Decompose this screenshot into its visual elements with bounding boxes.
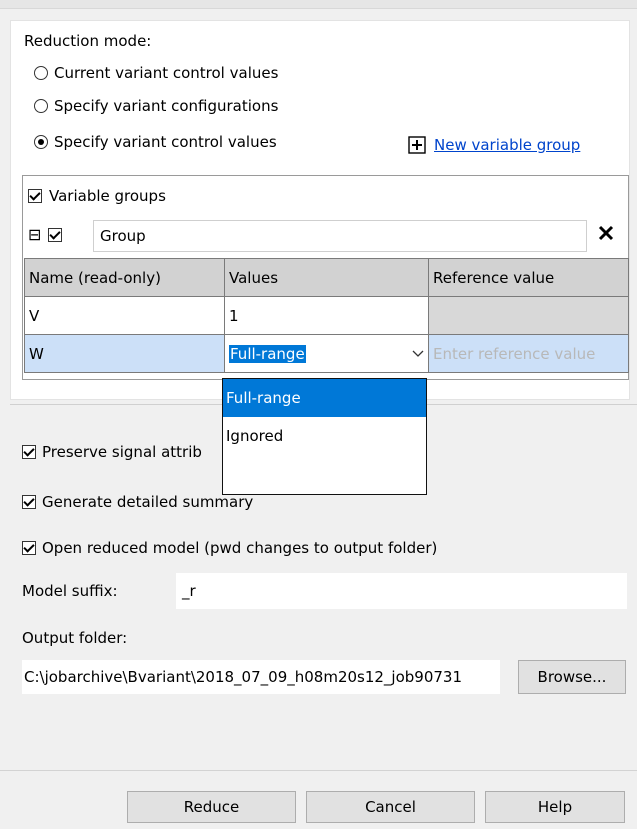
model-suffix-value: _r — [182, 582, 196, 600]
values-combobox[interactable]: Full-range — [224, 334, 429, 373]
header-reference-value: Reference value — [428, 258, 629, 297]
output-folder-value: C:\jobarchive\Bvariant\2018_07_09_h08m20… — [24, 668, 463, 686]
group-enable-checkbox[interactable] — [48, 228, 63, 242]
cell-reference — [428, 296, 629, 335]
browse-button[interactable]: Browse... — [518, 660, 626, 694]
values-dropdown-list: Full-range Ignored — [222, 378, 427, 495]
cell-value[interactable]: 1 — [224, 296, 429, 335]
variable-groups-label: Variable groups — [49, 187, 166, 205]
variable-groups-checkbox[interactable] — [28, 189, 42, 203]
variables-table: Name (read-only) Values Reference value … — [24, 258, 629, 373]
output-folder-label: Output folder: — [22, 629, 128, 647]
radio-label: Specify variant configurations — [54, 97, 279, 115]
radio-button-selected-icon[interactable] — [34, 135, 48, 149]
generate-summary-option[interactable]: Generate detailed summary — [22, 493, 253, 511]
header-values: Values — [224, 258, 429, 297]
top-divider — [0, 0, 637, 9]
open-reduced-option[interactable]: Open reduced model (pwd changes to outpu… — [22, 539, 437, 557]
open-reduced-label: Open reduced model (pwd changes to outpu… — [42, 539, 438, 557]
radio-specify-variant-configurations[interactable]: Specify variant configurations — [34, 97, 278, 115]
output-folder-input[interactable]: C:\jobarchive\Bvariant\2018_07_09_h08m20… — [22, 660, 500, 694]
radio-specify-variant-control-values[interactable]: Specify variant control values — [34, 133, 277, 151]
variable-groups-checkbox-row[interactable]: Variable groups — [28, 187, 166, 205]
preserve-signal-label: Preserve signal attrib — [42, 443, 202, 461]
cell-name: V — [24, 296, 225, 335]
table-row-selected: W Full-range Enter reference value — [24, 334, 629, 373]
reference-placeholder: Enter reference value — [433, 344, 596, 363]
model-suffix-label: Model suffix: — [22, 582, 118, 600]
radio-button-icon[interactable] — [34, 66, 48, 80]
chevron-down-icon[interactable] — [412, 350, 424, 358]
delete-group-icon[interactable] — [598, 225, 614, 245]
radio-current-variant-control-values[interactable]: Current variant control values — [34, 64, 278, 82]
model-suffix-input[interactable]: _r — [176, 573, 627, 609]
radio-label: Specify variant control values — [54, 133, 277, 151]
generate-summary-label: Generate detailed summary — [42, 493, 254, 511]
collapse-icon[interactable]: ⊟ — [28, 227, 41, 243]
reduction-mode-label: Reduction mode: — [24, 32, 152, 50]
generate-summary-checkbox[interactable] — [22, 495, 36, 509]
reference-value-input[interactable]: Enter reference value — [428, 334, 629, 373]
combobox-selected-value: Full-range — [229, 344, 306, 363]
cancel-button[interactable]: Cancel — [306, 791, 475, 823]
reduce-button[interactable]: Reduce — [127, 791, 296, 823]
group-header-controls: ⊟ — [28, 227, 63, 243]
dropdown-option-ignored[interactable]: Ignored — [223, 417, 426, 455]
button-bar-divider — [0, 770, 637, 771]
header-name: Name (read-only) — [24, 258, 225, 297]
new-variable-group-link[interactable]: New variable group — [408, 136, 580, 154]
dropdown-option-full-range[interactable]: Full-range — [223, 379, 426, 417]
radio-button-icon[interactable] — [34, 99, 48, 113]
add-box-icon[interactable] — [408, 136, 426, 154]
radio-label: Current variant control values — [54, 64, 279, 82]
new-variable-group-link-text[interactable]: New variable group — [434, 136, 580, 154]
help-button[interactable]: Help — [485, 791, 625, 823]
table-row: V 1 — [24, 296, 629, 335]
table-header-row: Name (read-only) Values Reference value — [24, 258, 629, 297]
preserve-signal-checkbox[interactable] — [22, 445, 36, 459]
group-name-value: Group — [100, 227, 146, 245]
group-name-field[interactable]: Group — [93, 220, 587, 252]
open-reduced-checkbox[interactable] — [22, 541, 36, 555]
preserve-signal-option[interactable]: Preserve signal attrib — [22, 443, 202, 461]
cell-name: W — [24, 334, 225, 373]
